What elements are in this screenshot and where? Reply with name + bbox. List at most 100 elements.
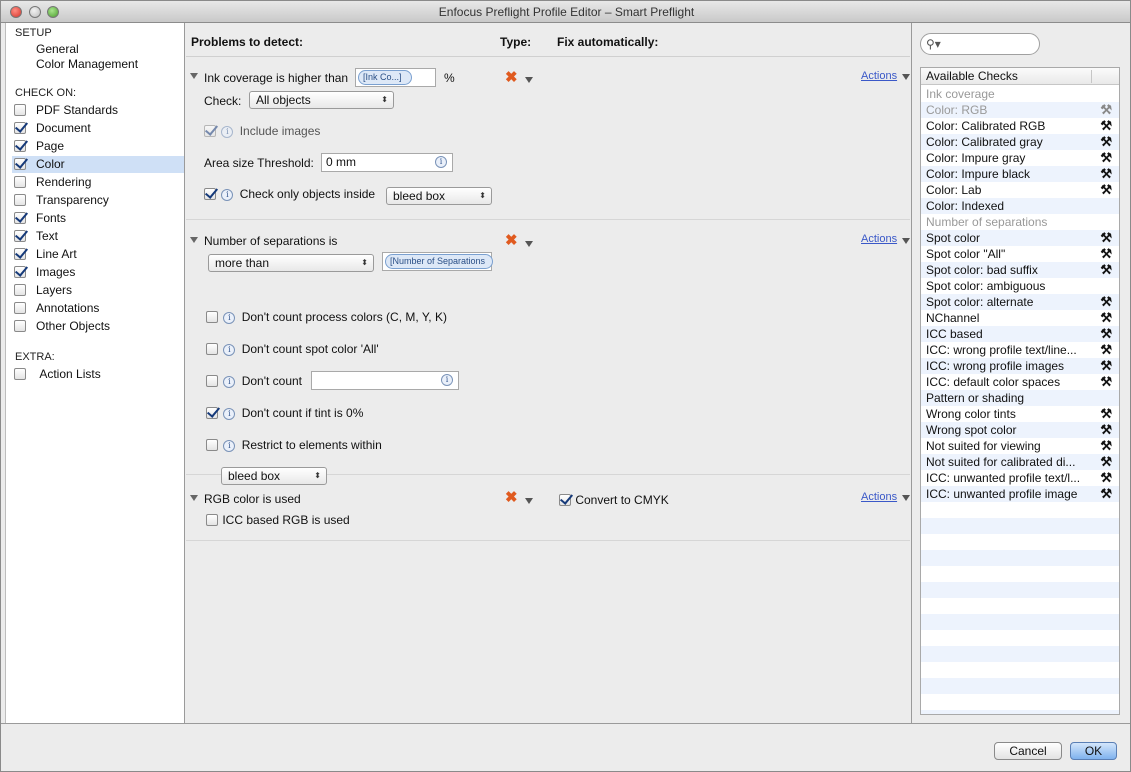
type-dropdown-arrow-icon[interactable] (525, 498, 533, 504)
search-input[interactable]: ⚲▾ (920, 33, 1040, 55)
page-checkbox[interactable] (14, 140, 26, 152)
dont-count-field[interactable]: i (311, 371, 459, 390)
minimize-window-button[interactable] (29, 6, 41, 18)
info-icon[interactable]: i (441, 374, 453, 386)
sidebar-item-action-lists[interactable]: Action Lists (14, 366, 180, 383)
color-checkbox[interactable] (14, 158, 26, 170)
actions-menu-link[interactable]: Actions (861, 491, 897, 503)
fonts-checkbox[interactable] (14, 212, 26, 224)
sidebar-item-rendering[interactable]: Rendering (14, 174, 180, 191)
line-art-checkbox[interactable] (14, 248, 26, 260)
sidebar-item-layers[interactable]: Layers (14, 282, 180, 299)
sidebar-item-color-management[interactable]: Color Management (36, 56, 202, 73)
info-icon[interactable]: i (221, 189, 234, 201)
check-list-item[interactable]: ICC: wrong profile text/line... ⚒ (921, 342, 1119, 358)
check-list-item[interactable]: Spot color "All" ⚒ (921, 246, 1119, 262)
error-type-icon[interactable]: ✖ (505, 490, 518, 505)
ink-box-popup[interactable]: bleed box ⬍ (386, 187, 492, 205)
check-list-item[interactable]: ICC: default color spaces ⚒ (921, 374, 1119, 390)
include-images-option[interactable]: i Include images (204, 124, 320, 138)
no-process-colors-option[interactable]: i Don't count process colors (C, M, Y, K… (206, 310, 447, 324)
sidebar-item-other-objects[interactable]: Other Objects (14, 318, 180, 335)
sidebar-item-annotations[interactable]: Annotations (14, 300, 180, 317)
text-checkbox[interactable] (14, 230, 26, 242)
no-spot-all-option[interactable]: i Don't count spot color 'All' (206, 342, 379, 356)
include-images-checkbox[interactable] (204, 125, 216, 137)
check-list-item[interactable]: Not suited for viewing ⚒ (921, 438, 1119, 454)
check-list-item[interactable]: ICC based ⚒ (921, 326, 1119, 342)
check-list-item[interactable]: NChannel ⚒ (921, 310, 1119, 326)
collapse-triangle-icon[interactable] (190, 495, 198, 501)
collapse-triangle-icon[interactable] (190, 237, 198, 243)
other-objects-checkbox[interactable] (14, 320, 26, 332)
sidebar-item-page[interactable]: Page (14, 138, 180, 155)
separations-token[interactable]: [Number of Separations (385, 254, 493, 269)
check-list-item[interactable]: Number of separations (921, 214, 1119, 230)
no-process-colors-checkbox[interactable] (206, 311, 218, 323)
error-type-icon[interactable]: ✖ (505, 233, 518, 248)
restrict-elements-checkbox[interactable] (206, 439, 218, 451)
sidebar-item-pdf-standards[interactable]: PDF Standards (14, 102, 180, 119)
info-icon[interactable]: i (223, 376, 236, 388)
info-icon[interactable]: i (221, 126, 234, 138)
available-checks-header[interactable]: Available Checks (921, 68, 1119, 85)
check-list-item[interactable]: Wrong spot color ⚒ (921, 422, 1119, 438)
icc-rgb-option[interactable]: ICC based RGB is used (206, 513, 350, 527)
info-icon[interactable]: i (223, 408, 236, 420)
dont-count-checkbox[interactable] (206, 375, 218, 387)
check-list-item[interactable]: Spot color ⚒ (921, 230, 1119, 246)
cancel-button[interactable]: Cancel (994, 742, 1062, 760)
sidebar-item-transparency[interactable]: Transparency (14, 192, 180, 209)
actions-dropdown-arrow-icon[interactable] (902, 238, 910, 244)
error-type-icon[interactable]: ✖ (505, 70, 518, 85)
ink-coverage-value-field[interactable]: [Ink Co...] (355, 68, 436, 87)
check-list-item[interactable]: Wrong color tints ⚒ (921, 406, 1119, 422)
check-list-item[interactable]: Color: Calibrated gray ⚒ (921, 134, 1119, 150)
rendering-checkbox[interactable] (14, 176, 26, 188)
convert-cmyk-checkbox[interactable] (559, 494, 571, 506)
close-window-button[interactable] (10, 6, 22, 18)
transparency-checkbox[interactable] (14, 194, 26, 206)
check-list-item[interactable]: Color: Lab ⚒ (921, 182, 1119, 198)
pdf-standards-checkbox[interactable] (14, 104, 26, 116)
collapse-triangle-icon[interactable] (190, 73, 198, 79)
tint-zero-checkbox[interactable] (206, 407, 218, 419)
sidebar-item-line-art[interactable]: Line Art (14, 246, 180, 263)
info-icon[interactable]: i (435, 156, 447, 168)
actions-menu-link[interactable]: Actions (861, 233, 897, 245)
available-checks-list[interactable]: Available Checks Ink coverage Color: RGB ⚒… (920, 67, 1120, 715)
images-checkbox[interactable] (14, 266, 26, 278)
no-spot-all-checkbox[interactable] (206, 343, 218, 355)
separations-value-field[interactable]: [Number of Separations (382, 252, 493, 271)
check-list-item[interactable]: Color: Impure gray ⚒ (921, 150, 1119, 166)
sidebar-item-fonts[interactable]: Fonts (14, 210, 180, 227)
check-list-item[interactable]: Color: Impure black ⚒ (921, 166, 1119, 182)
actions-dropdown-arrow-icon[interactable] (902, 74, 910, 80)
info-icon[interactable]: i (223, 440, 236, 452)
sidebar-item-images[interactable]: Images (14, 264, 180, 281)
ok-button[interactable]: OK (1070, 742, 1117, 760)
check-list-item[interactable]: ICC: wrong profile images ⚒ (921, 358, 1119, 374)
ink-coverage-token[interactable]: [Ink Co...] (358, 70, 412, 85)
only-inside-option[interactable]: i Check only objects inside (204, 187, 375, 201)
sidebar-item-color[interactable]: Color (12, 156, 184, 173)
check-list-item[interactable]: Spot color: alternate ⚒ (921, 294, 1119, 310)
type-dropdown-arrow-icon[interactable] (525, 77, 533, 83)
convert-cmyk-option[interactable]: Convert to CMYK (559, 493, 669, 507)
document-checkbox[interactable] (14, 122, 26, 134)
check-list-item[interactable]: Not suited for calibrated di... ⚒ (921, 454, 1119, 470)
check-list-item[interactable]: ICC: unwanted profile text/l... ⚒ (921, 470, 1119, 486)
dont-count-option[interactable]: i Don't count (206, 374, 302, 388)
type-dropdown-arrow-icon[interactable] (525, 241, 533, 247)
zoom-window-button[interactable] (47, 6, 59, 18)
check-list-item[interactable]: ICC: unwanted profile image ⚒ (921, 486, 1119, 502)
check-list-item[interactable]: Color: RGB ⚒ (921, 102, 1119, 118)
tint-zero-option[interactable]: i Don't count if tint is 0% (206, 406, 363, 420)
check-list-item[interactable]: Pattern or shading (921, 390, 1119, 406)
annotations-checkbox[interactable] (14, 302, 26, 314)
check-list-item[interactable]: Color: Indexed (921, 198, 1119, 214)
layers-checkbox[interactable] (14, 284, 26, 296)
actions-dropdown-arrow-icon[interactable] (902, 495, 910, 501)
check-list-item[interactable]: Color: Calibrated RGB ⚒ (921, 118, 1119, 134)
sidebar-item-document[interactable]: Document (14, 120, 180, 137)
